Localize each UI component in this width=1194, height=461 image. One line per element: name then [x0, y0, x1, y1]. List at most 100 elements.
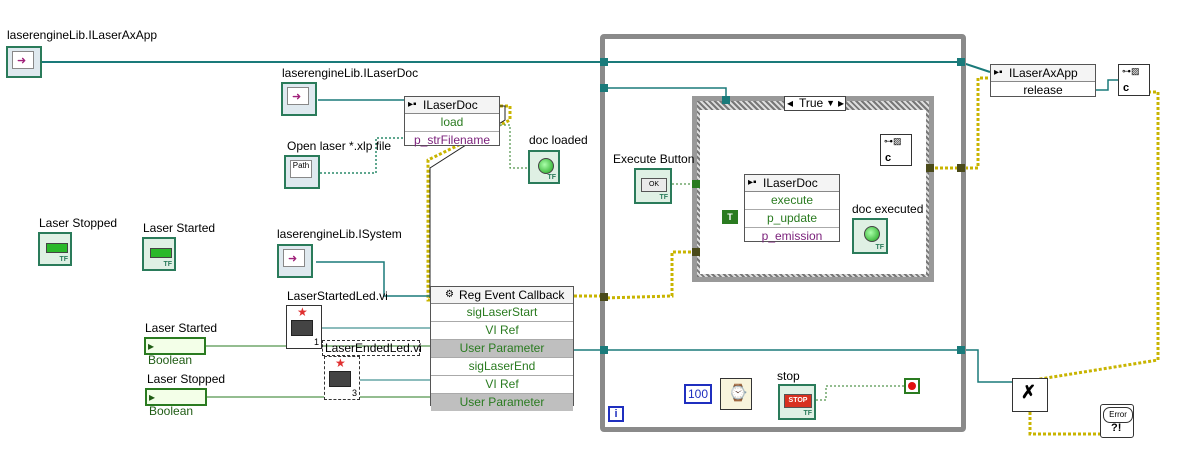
subvi-number: 1	[313, 337, 319, 347]
unregister-event-node[interactable]: ✗	[1012, 378, 1048, 412]
laser-stopped-control-label: Laser Stopped	[147, 372, 226, 386]
chevron-left-icon[interactable]: ◂	[787, 97, 793, 110]
method-row[interactable]: load	[405, 114, 499, 132]
vi-icon	[291, 320, 313, 336]
laser-ended-led-subvi[interactable]: ★ 3	[324, 356, 360, 400]
execute-button-terminal[interactable]: OK TF	[634, 168, 672, 204]
load-invoke-node[interactable]: ▸▪ ILaserDoc load p_strFilename	[404, 96, 500, 149]
simple-error-handler[interactable]: Error ?!	[1100, 404, 1134, 438]
close-ref-icon: ⊶▨	[884, 136, 902, 146]
close-reference-node-2[interactable]: ⊶▨ c	[1118, 64, 1150, 96]
ref-arrow-icon: ▸▪	[994, 67, 1003, 78]
node-title: ILaserAxApp	[1009, 66, 1078, 80]
true-constant[interactable]: T	[722, 210, 738, 224]
ref-arrow-icon: ➜	[288, 253, 298, 265]
close-reference-node[interactable]: ⊶▨ c	[880, 134, 912, 166]
tunnel	[600, 293, 608, 301]
case-selector[interactable]: ◂ True ▼ ▸	[784, 96, 846, 111]
node-header: ▸▪ ILaserAxApp	[991, 65, 1095, 82]
chevron-down-icon[interactable]: ▼	[826, 97, 835, 110]
square-led-icon	[150, 248, 172, 258]
reg-event-callback-node[interactable]: ⚙ Reg Event Callback sigLaserStart VI Re…	[430, 286, 574, 411]
tf-label: TF	[59, 256, 68, 263]
question-icon: ?!	[1111, 422, 1122, 434]
tunnel	[957, 346, 965, 354]
ref-arrow-icon: ➜	[292, 91, 302, 103]
release-invoke-node[interactable]: ▸▪ ILaserAxApp release	[990, 64, 1096, 97]
tunnel	[722, 96, 730, 104]
event-row[interactable]: sigLaserStart	[431, 304, 573, 322]
star-icon: ★	[335, 356, 346, 370]
laser-started-indicator: TF	[142, 237, 176, 271]
wait-ms-constant[interactable]: 100	[684, 384, 712, 404]
method-row[interactable]: release	[991, 82, 1095, 99]
vi-ref-row[interactable]: VI Ref	[431, 322, 573, 340]
tf-label: TF	[659, 194, 668, 201]
doc-loaded-indicator: TF	[528, 150, 560, 184]
bool-arrow-icon: ▸	[148, 339, 155, 353]
laser-stopped-boolean[interactable]: ▸ Boolean	[145, 388, 207, 418]
stop-circle-icon	[908, 382, 916, 390]
ended-vi-label: LaserEndedLed.vi	[325, 341, 422, 355]
laser-started-control-label: Laser Started	[145, 321, 218, 335]
close-ref-label: c	[1123, 82, 1130, 94]
led-icon	[538, 158, 554, 174]
doc-executed-indicator: TF	[852, 218, 888, 254]
node-header: ⚙ Reg Event Callback	[431, 287, 573, 304]
node-title: ILaserDoc	[763, 176, 818, 190]
tunnel	[957, 58, 965, 66]
ok-button-icon: OK	[641, 178, 667, 192]
system-ref-label: laserengineLib.ISystem	[277, 227, 402, 241]
app-ref-label: laserengineLib.ILaserAxApp	[7, 28, 158, 42]
vi-ref-row[interactable]: VI Ref	[431, 376, 573, 394]
method-row[interactable]: execute	[745, 192, 839, 210]
node-title: Reg Event Callback	[459, 288, 565, 302]
doc-loaded-label: doc loaded	[529, 133, 588, 147]
started-vi-label: LaserStartedLed.vi	[287, 289, 388, 303]
param-row[interactable]: p_update	[745, 210, 839, 228]
user-param-row[interactable]: User Parameter	[431, 394, 573, 411]
event-row[interactable]: sigLaserEnd	[431, 358, 573, 376]
tunnel	[692, 180, 700, 188]
execute-button-label: Execute Button	[613, 152, 695, 166]
execute-invoke-node[interactable]: ▸▪ ILaserDoc execute p_update p_emission	[744, 174, 840, 245]
square-led-icon	[46, 243, 68, 253]
laser-started-indicator-label: Laser Started	[143, 221, 216, 235]
unregister-icon: ✗	[1021, 382, 1037, 402]
close-ref-icon: ⊶▨	[1122, 66, 1140, 76]
chevron-right-icon[interactable]: ▸	[838, 97, 844, 110]
subvi-number: 3	[351, 388, 357, 398]
case-selector-value: True	[799, 96, 824, 110]
vi-icon	[329, 371, 351, 387]
doc-refnum-constant[interactable]: ➜	[281, 82, 317, 116]
clock-icon: ⌚	[728, 385, 748, 402]
open-file-label: Open laser *.xlp file	[287, 139, 392, 153]
path-control[interactable]: Path	[284, 155, 320, 189]
laser-started-led-subvi[interactable]: ★ 1	[286, 305, 322, 349]
tf-label: TF	[875, 244, 884, 251]
tunnel	[692, 248, 700, 256]
param-row[interactable]: p_emission	[745, 228, 839, 245]
stop-label: stop	[777, 369, 800, 383]
tf-label: TF	[547, 174, 556, 181]
laser-stopped-indicator-label: Laser Stopped	[39, 216, 118, 230]
user-param-row[interactable]: User Parameter	[431, 340, 573, 358]
laser-started-boolean[interactable]: ▸ Boolean	[144, 337, 206, 367]
tunnel	[957, 164, 965, 172]
tunnel	[926, 164, 934, 172]
tunnel	[600, 58, 608, 66]
boolean-value: Boolean	[149, 404, 194, 418]
error-bubble-icon: Error	[1103, 407, 1133, 423]
app-refnum-constant[interactable]: ➜	[6, 46, 42, 78]
bool-arrow-icon: ▸	[149, 390, 156, 404]
node-header: ▸▪ ILaserDoc	[405, 97, 499, 114]
param-row[interactable]: p_strFilename	[405, 132, 499, 149]
laser-stopped-indicator: TF	[38, 232, 72, 266]
callback-icon: ⚙	[445, 289, 454, 300]
system-refnum-constant[interactable]: ➜	[277, 244, 313, 278]
wait-timer-function[interactable]: ⌚	[720, 378, 752, 410]
loop-condition-terminal[interactable]	[904, 378, 920, 394]
close-ref-label: c	[885, 152, 892, 164]
doc-ref-label: laserengineLib.ILaserDoc	[282, 66, 419, 80]
stop-button-terminal[interactable]: STOP TF	[778, 384, 816, 420]
